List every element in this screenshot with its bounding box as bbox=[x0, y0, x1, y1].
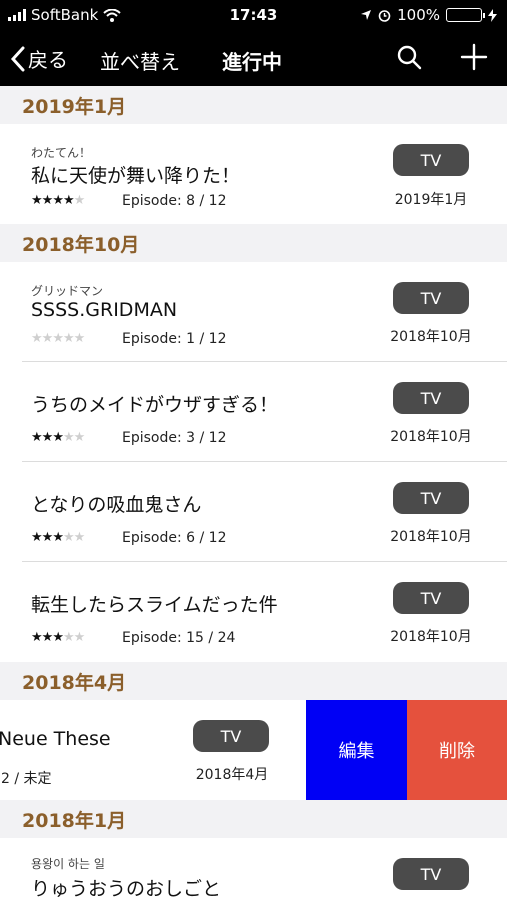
type-badge: TV bbox=[193, 720, 269, 752]
list-item[interactable]: となりの吸血鬼さん ★★★★★ Episode: 6 / 12 TV 2018年… bbox=[0, 462, 507, 562]
item-date: 2018年10月 bbox=[390, 629, 472, 645]
item-date: 2018年10月 bbox=[390, 529, 472, 545]
star-filled-icon: ★ bbox=[31, 430, 43, 445]
item-title: うちのメイドがウザすぎる！ bbox=[31, 394, 279, 416]
rating-stars: ★★★★★ bbox=[31, 630, 86, 645]
star-filled-icon: ★ bbox=[52, 430, 64, 445]
type-badge: TV bbox=[393, 482, 469, 514]
list-item[interactable]: わたてん！ 私に天使が舞い降りた！ ★★★★★ Episode: 8 / 12 … bbox=[0, 124, 507, 224]
swiped-item-content[interactable]: Neue These 2 / 未定 TV 2018年4月 bbox=[0, 700, 306, 800]
section-header: 2018年1月 bbox=[0, 800, 507, 838]
star-empty-icon: ★ bbox=[73, 193, 86, 208]
star-empty-icon: ★ bbox=[52, 331, 64, 346]
item-subtitle: グリッドマン bbox=[31, 284, 104, 298]
episode-progress: Episode: 6 / 12 bbox=[122, 530, 227, 546]
star-empty-icon: ★ bbox=[62, 331, 75, 346]
section-header: 2019年1月 bbox=[0, 86, 507, 124]
star-empty-icon: ★ bbox=[31, 331, 43, 346]
star-empty-icon: ★ bbox=[62, 630, 75, 645]
list-item[interactable]: 용왕이 하는 일 りゅうおうのおしごと TV bbox=[0, 838, 507, 902]
episode-progress: Episode: 15 / 24 bbox=[122, 630, 236, 646]
item-title: 私に天使が舞い降りた！ bbox=[31, 165, 241, 187]
list-item[interactable]: グリッドマン SSSS.GRIDMAN ★★★★★ Episode: 1 / 1… bbox=[0, 262, 507, 362]
star-filled-icon: ★ bbox=[52, 630, 64, 645]
item-subtitle: 용왕이 하는 일 bbox=[31, 857, 105, 871]
search-icon[interactable] bbox=[396, 44, 422, 70]
star-empty-icon: ★ bbox=[41, 331, 54, 346]
back-button[interactable]: 戻る bbox=[10, 44, 68, 73]
episode-progress: 2 / 未定 bbox=[1, 771, 52, 787]
type-badge: TV bbox=[393, 282, 469, 314]
alarm-icon bbox=[378, 9, 391, 22]
type-badge: TV bbox=[393, 858, 469, 890]
type-badge: TV bbox=[393, 144, 469, 176]
star-empty-icon: ★ bbox=[62, 530, 75, 545]
edit-button[interactable]: 編集 bbox=[306, 700, 407, 800]
page-title: 進行中 bbox=[222, 50, 282, 74]
star-filled-icon: ★ bbox=[41, 193, 54, 208]
item-title: となりの吸血鬼さん bbox=[31, 494, 202, 516]
section-header: 2018年10月 bbox=[0, 224, 507, 262]
star-filled-icon: ★ bbox=[52, 530, 64, 545]
list-item[interactable]: うちのメイドがウザすぎる！ ★★★★★ Episode: 3 / 12 TV 2… bbox=[0, 362, 507, 462]
item-subtitle: わたてん！ bbox=[31, 146, 92, 160]
section-header: 2018年4月 bbox=[0, 662, 507, 700]
chevron-left-icon bbox=[10, 46, 25, 71]
star-filled-icon: ★ bbox=[41, 530, 54, 545]
charging-icon bbox=[488, 8, 497, 22]
episode-progress: Episode: 3 / 12 bbox=[122, 430, 227, 446]
rating-stars: ★★★★★ bbox=[31, 331, 86, 346]
item-title: SSSS.GRIDMAN bbox=[31, 299, 178, 321]
battery-icon bbox=[446, 8, 485, 22]
rating-stars: ★★★★★ bbox=[31, 530, 86, 545]
episode-progress: Episode: 8 / 12 bbox=[122, 193, 227, 209]
item-date: 2018年10月 bbox=[390, 429, 472, 445]
battery-percent: 100% bbox=[397, 6, 440, 24]
item-date: 2018年4月 bbox=[195, 767, 269, 783]
nav-bar: 戻る 並べ替え 進行中 bbox=[0, 30, 507, 86]
item-date: 2019年1月 bbox=[394, 192, 468, 208]
item-title: 転生したらスライムだった件 bbox=[31, 594, 278, 616]
rating-stars: ★★★★★ bbox=[31, 193, 86, 208]
item-date: 2018年10月 bbox=[390, 329, 472, 345]
list-item[interactable]: 転生したらスライムだった件 ★★★★★ Episode: 15 / 24 TV … bbox=[0, 562, 507, 662]
star-filled-icon: ★ bbox=[52, 193, 64, 208]
item-title: Neue These bbox=[0, 728, 111, 750]
star-empty-icon: ★ bbox=[62, 430, 75, 445]
status-bar: SoftBank 17:43 100% bbox=[0, 0, 507, 30]
delete-button[interactable]: 削除 bbox=[407, 700, 507, 800]
star-empty-icon: ★ bbox=[73, 331, 86, 346]
star-empty-icon: ★ bbox=[73, 530, 86, 545]
star-filled-icon: ★ bbox=[62, 193, 75, 208]
star-filled-icon: ★ bbox=[31, 530, 43, 545]
type-badge: TV bbox=[393, 382, 469, 414]
star-filled-icon: ★ bbox=[31, 193, 43, 208]
rating-stars: ★★★★★ bbox=[31, 430, 86, 445]
episode-progress: Episode: 1 / 12 bbox=[122, 331, 227, 347]
star-filled-icon: ★ bbox=[31, 630, 43, 645]
swiped-list-item[interactable]: Neue These 2 / 未定 TV 2018年4月 編集 削除 bbox=[0, 700, 507, 800]
item-title: りゅうおうのおしごと bbox=[31, 878, 222, 900]
star-empty-icon: ★ bbox=[73, 430, 86, 445]
type-badge: TV bbox=[393, 582, 469, 614]
sort-button[interactable]: 並べ替え bbox=[100, 46, 180, 75]
star-empty-icon: ★ bbox=[73, 630, 86, 645]
location-icon bbox=[361, 10, 372, 20]
star-filled-icon: ★ bbox=[41, 630, 54, 645]
star-filled-icon: ★ bbox=[41, 430, 54, 445]
back-label: 戻る bbox=[28, 48, 68, 72]
plus-icon[interactable] bbox=[460, 43, 488, 71]
